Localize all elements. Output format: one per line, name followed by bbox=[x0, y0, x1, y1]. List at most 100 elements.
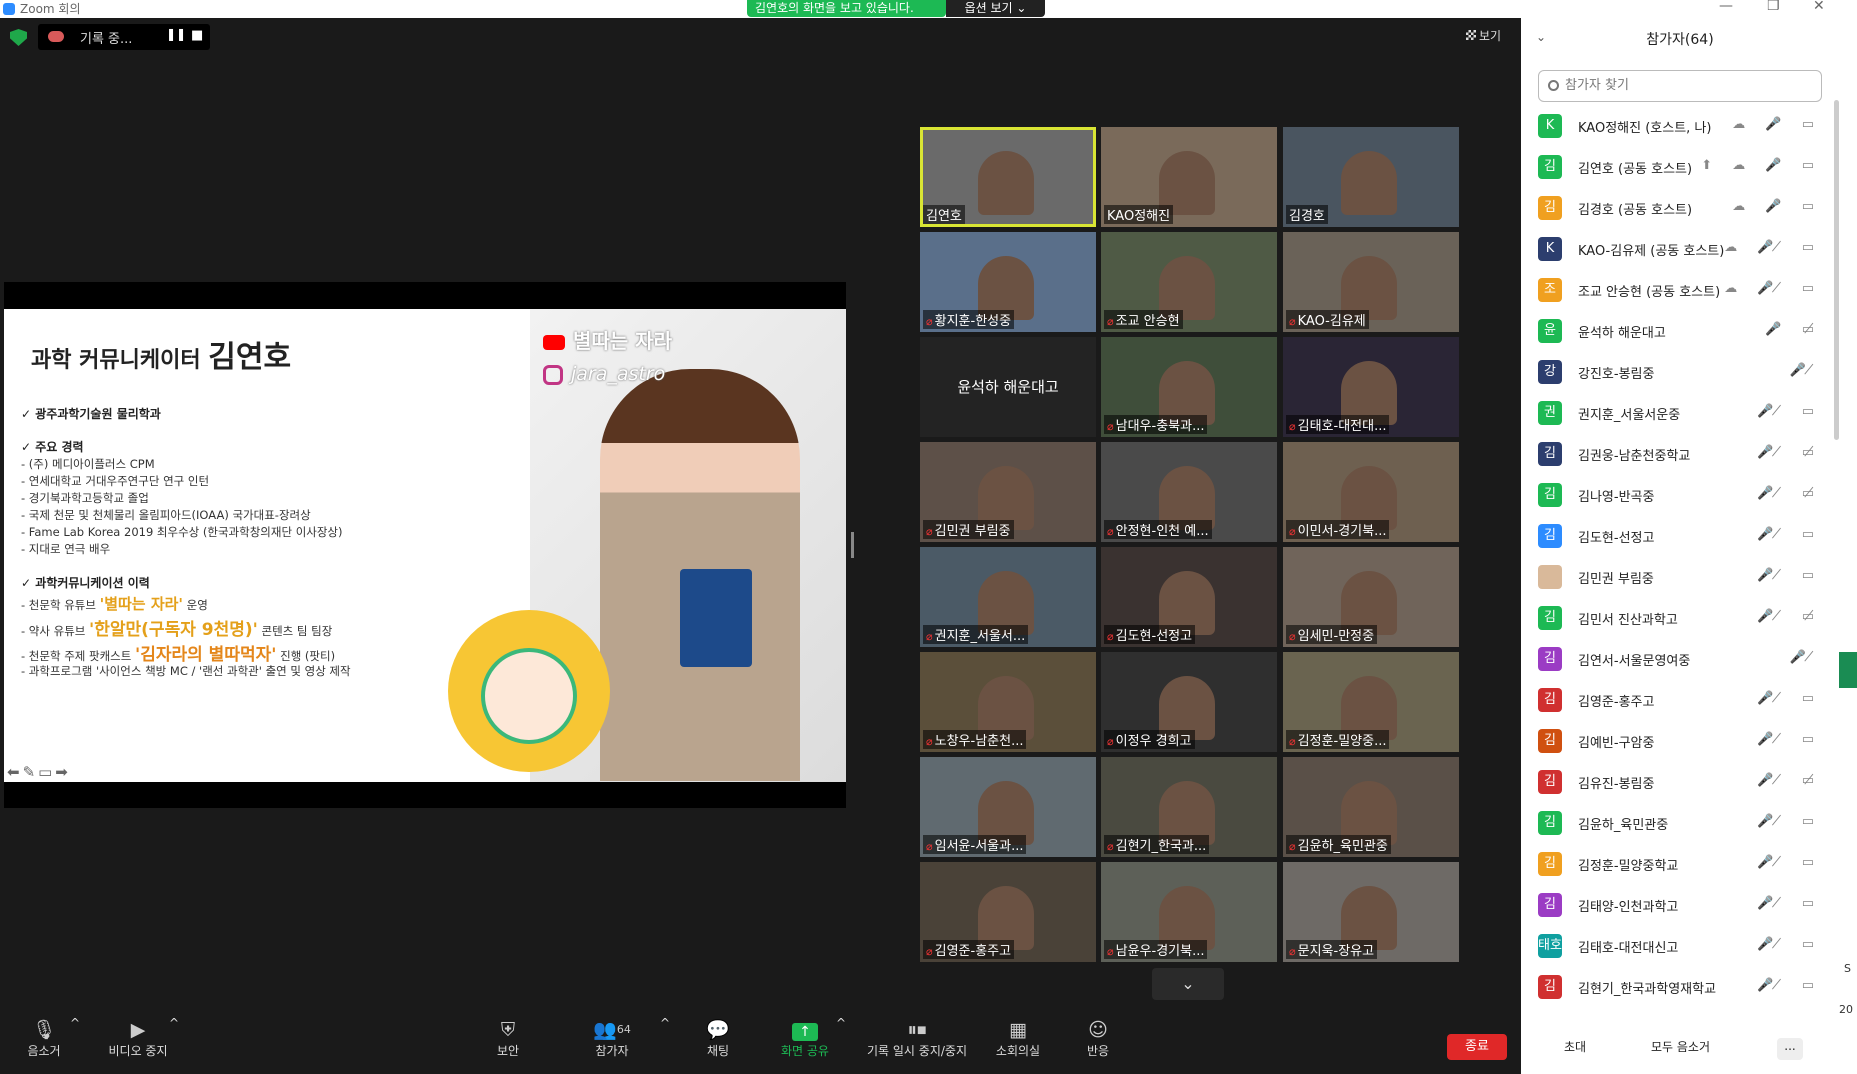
participant-row[interactable]: 김 김현기_한국과학영재학교 🎤̸ ▭ bbox=[1538, 966, 1822, 1007]
participant-row[interactable]: 김 김영준-홍주고 🎤̸ ▭ bbox=[1538, 679, 1822, 720]
participant-row[interactable]: 김 김유진-봉림중 🎤̸ ▭̸ bbox=[1538, 761, 1822, 802]
video-tile[interactable]: KAO정해진 bbox=[1101, 127, 1277, 227]
pause-recording-button[interactable]: ❚❚ bbox=[166, 27, 186, 41]
participant-row[interactable]: 조 조교 안승현 (공동 호스트) ☁ 🎤̸ ▭ bbox=[1538, 269, 1822, 310]
video-tile[interactable]: ⌀ 조교 안승현 bbox=[1101, 232, 1277, 332]
video-tile[interactable]: ⌀ 임서윤-서울과... bbox=[920, 757, 1096, 857]
restore-icon[interactable]: ❐ bbox=[1767, 0, 1780, 14]
video-tile[interactable]: 김경호 bbox=[1283, 127, 1459, 227]
participant-row[interactable]: 김 김도현-선정고 🎤̸ ▭ bbox=[1538, 515, 1822, 556]
chat-button[interactable]: 💬 채팅 bbox=[701, 1018, 735, 1059]
participant-row[interactable]: 김민권 부림중 🎤̸ ▭ bbox=[1538, 556, 1822, 597]
video-tile[interactable]: ⌀ 김현기_한국과... bbox=[1101, 757, 1277, 857]
video-tile[interactable]: ⌀ 임세민-만정중 bbox=[1283, 547, 1459, 647]
video-tile[interactable]: ⌀ 노창우-남춘천... bbox=[920, 652, 1096, 752]
video-tile[interactable]: ⌀ 김윤하_육민관중 bbox=[1283, 757, 1459, 857]
participant-avatar: K bbox=[1538, 114, 1562, 138]
breakout-rooms-button[interactable]: ▦ 소회의실 bbox=[993, 1018, 1043, 1059]
video-tile[interactable]: ⌀ 남윤우-경기북... bbox=[1101, 862, 1277, 962]
view-layout-button[interactable]: 보기 bbox=[1466, 27, 1501, 44]
audio-options-caret[interactable]: ^ bbox=[70, 1016, 80, 1030]
slide-controls[interactable]: ⬅✎▭➡ bbox=[7, 763, 71, 781]
participant-video bbox=[978, 151, 1034, 215]
participant-row[interactable]: 권 권지훈_서울서운중 🎤̸ ▭ bbox=[1538, 392, 1822, 433]
video-tile[interactable]: ⌀ 김민권 부림중 bbox=[920, 442, 1096, 542]
muted-mic-icon: ⌀ bbox=[926, 630, 933, 643]
slide-education: ✓ 광주과학기술원 물리학과 bbox=[21, 407, 161, 421]
participant-status-icons: 🎤̸ bbox=[1789, 650, 1822, 665]
participant-row[interactable]: 강 강진호-봉림중 🎤̸ bbox=[1538, 351, 1822, 392]
participant-row[interactable]: K KAO정해진 (호스트, 나) ☁ 🎤 ▭ bbox=[1538, 105, 1822, 146]
participant-row[interactable]: 김 김예빈-구암중 🎤̸ ▭ bbox=[1538, 720, 1822, 761]
smiley-plus-icon: ☺ bbox=[1088, 1019, 1108, 1041]
video-tile[interactable]: ⌀ 황지훈-한성중 bbox=[920, 232, 1096, 332]
share-options-caret[interactable]: ^ bbox=[836, 1016, 846, 1030]
participant-avatar: K bbox=[1538, 237, 1562, 261]
participant-avatar: 권 bbox=[1538, 401, 1562, 425]
participant-name: KAO정해진 (호스트, 나) bbox=[1578, 121, 1712, 136]
participants-options-caret[interactable]: ^ bbox=[660, 1016, 670, 1030]
video-tile[interactable]: ⌀ 이민서-경기북... bbox=[1283, 442, 1459, 542]
security-button[interactable]: ⛨ 보안 bbox=[490, 1018, 526, 1059]
video-tile[interactable]: ⌀ 안정현-인천 예... bbox=[1101, 442, 1277, 542]
participant-row[interactable]: 김 김정훈-밀양중학교 🎤̸ ▭ bbox=[1538, 843, 1822, 884]
recording-indicator: 기록 중... ❚❚ ■ bbox=[38, 24, 210, 50]
video-tile[interactable]: ⌀ KAO-김유제 bbox=[1283, 232, 1459, 332]
minimize-icon[interactable]: — bbox=[1719, 0, 1733, 14]
reactions-button[interactable]: ☺ 반응 bbox=[1083, 1018, 1113, 1059]
view-options-button[interactable]: 옵션 보기 ⌄ bbox=[946, 0, 1045, 17]
participant-row[interactable]: 김 김태양-인천과학고 🎤̸ ▭ bbox=[1538, 884, 1822, 925]
mute-button[interactable]: 🎙 음소거 bbox=[22, 1018, 66, 1059]
end-meeting-button[interactable]: 종료 bbox=[1447, 1034, 1507, 1060]
participant-avatar: 김 bbox=[1538, 893, 1562, 917]
participant-row[interactable]: 김 김윤하_육민관중 🎤̸ ▭ bbox=[1538, 802, 1822, 843]
history-text: 콘텐츠 팀 팀장 bbox=[257, 624, 333, 638]
muted-mic-icon: ⌀ bbox=[926, 735, 933, 748]
video-options-caret[interactable]: ^ bbox=[169, 1016, 179, 1030]
participant-row[interactable]: K KAO-김유제 (공동 호스트) ☁ 🎤̸ ▭ bbox=[1538, 228, 1822, 269]
video-tile[interactable]: ⌀ 문지욱-장유고 bbox=[1283, 862, 1459, 962]
participant-row[interactable]: 김 김권웅-남춘천중학교 🎤̸ ▭̸ bbox=[1538, 433, 1822, 474]
search-icon bbox=[1548, 80, 1559, 91]
pause-stop-recording-button[interactable]: ⏸⏹ 기록 일시 중지/중지 bbox=[862, 1018, 972, 1059]
participants-button[interactable]: 👥64 참가자 bbox=[590, 1018, 634, 1059]
mute-all-button[interactable]: 모두 음소거 bbox=[1651, 1038, 1710, 1055]
participant-search-input[interactable]: 참가자 찾기 bbox=[1538, 70, 1822, 102]
edge-text: S bbox=[1844, 962, 1851, 975]
video-tile[interactable]: 윤석하 해운대고 bbox=[920, 337, 1096, 437]
stop-recording-button[interactable]: ■ bbox=[191, 28, 203, 43]
video-tile[interactable]: ⌀ 김태호-대전대... bbox=[1283, 337, 1459, 437]
book-image bbox=[680, 569, 752, 667]
video-tile-name: ⌀ 조교 안승현 bbox=[1104, 310, 1183, 329]
participant-avatar: 김 bbox=[1538, 688, 1562, 712]
muted-mic-icon: ⌀ bbox=[926, 945, 933, 958]
more-options-button[interactable]: ... bbox=[1777, 1038, 1803, 1060]
participant-name: 김정훈-밀양중학교 bbox=[1578, 859, 1679, 874]
video-tile[interactable]: ⌀ 이정우 경희고 bbox=[1101, 652, 1277, 752]
participant-status-icons: 🎤̸ ▭ bbox=[1757, 896, 1822, 911]
participant-row[interactable]: 김 김연서-서울문영여중 🎤̸ bbox=[1538, 638, 1822, 679]
splitter-handle[interactable] bbox=[851, 532, 854, 558]
participant-row[interactable]: 윤 윤석하 해운대고 🎤 ▭̸ bbox=[1538, 310, 1822, 351]
gallery-scroll-down-button[interactable]: ⌄ bbox=[1152, 968, 1224, 1000]
participant-name: 김도현-선정고 bbox=[1578, 531, 1655, 546]
participant-row[interactable]: 김 김민서 진산과학고 🎤̸ ▭̸ bbox=[1538, 597, 1822, 638]
video-tile[interactable]: ⌀ 김영준-홍주고 bbox=[920, 862, 1096, 962]
video-tile-name: ⌀ 권지훈_서울서... bbox=[923, 625, 1029, 644]
participant-row[interactable]: 김 김경호 (공동 호스트) ☁ 🎤 ▭ bbox=[1538, 187, 1822, 228]
encryption-shield-icon[interactable] bbox=[10, 29, 27, 46]
video-tile-name: ⌀ 김영준-홍주고 bbox=[923, 940, 1015, 959]
video-tile[interactable]: ⌀ 남대우-충북과... bbox=[1101, 337, 1277, 437]
participant-row[interactable]: 김 김나영-반곡중 🎤̸ ▭̸ bbox=[1538, 474, 1822, 515]
close-icon[interactable]: ✕ bbox=[1813, 0, 1825, 14]
stop-video-button[interactable]: ▶ 비디오 중지 bbox=[103, 1018, 173, 1059]
instagram-handle-text: jara_astro bbox=[571, 363, 666, 385]
video-tile[interactable]: 김연호 bbox=[920, 127, 1096, 227]
invite-button[interactable]: 초대 bbox=[1564, 1038, 1586, 1055]
video-tile[interactable]: ⌀ 권지훈_서울서... bbox=[920, 547, 1096, 647]
video-tile[interactable]: ⌀ 김도현-선정고 bbox=[1101, 547, 1277, 647]
participant-row[interactable]: 태호 김태호-대전대신고 🎤̸ ▭ bbox=[1538, 925, 1822, 966]
video-tile[interactable]: ⌀ 김정훈-밀양중... bbox=[1283, 652, 1459, 752]
participant-row[interactable]: 김 김연호 (공동 호스트) ⬆ ☁ 🎤 ▭ bbox=[1538, 146, 1822, 187]
share-screen-button[interactable]: ↑ 화면 공유 bbox=[775, 1018, 835, 1059]
